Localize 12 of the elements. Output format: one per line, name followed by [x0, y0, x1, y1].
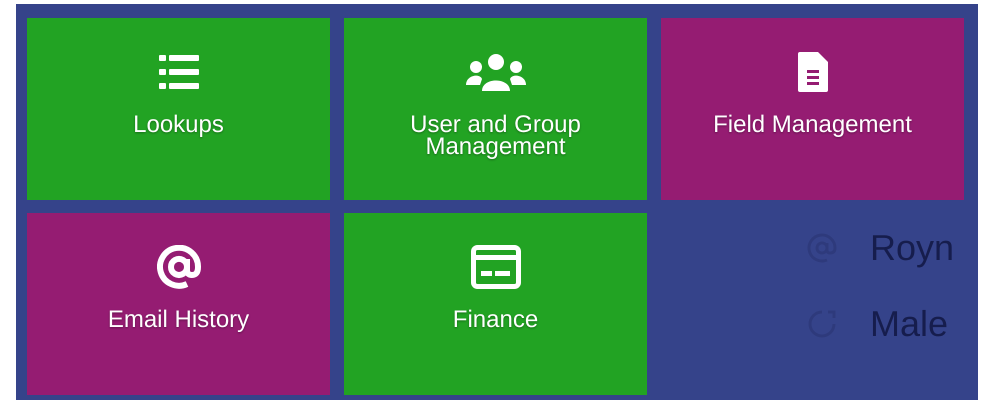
menu-tile[interactable]: Email History — [27, 213, 330, 395]
document-icon — [798, 52, 828, 92]
menu-tile[interactable]: User and Group Management — [344, 18, 647, 200]
menu-tile[interactable]: Lookups — [27, 18, 330, 200]
card-icon — [470, 245, 520, 289]
list-icon — [158, 55, 198, 89]
users-icon — [466, 53, 526, 91]
at-sign-icon — [156, 245, 200, 289]
menu-tile[interactable]: Finance — [344, 213, 647, 395]
background-text: Royn — [870, 227, 954, 269]
menu-tile[interactable]: Field Management — [661, 18, 964, 200]
background-text: Male — [870, 303, 948, 345]
